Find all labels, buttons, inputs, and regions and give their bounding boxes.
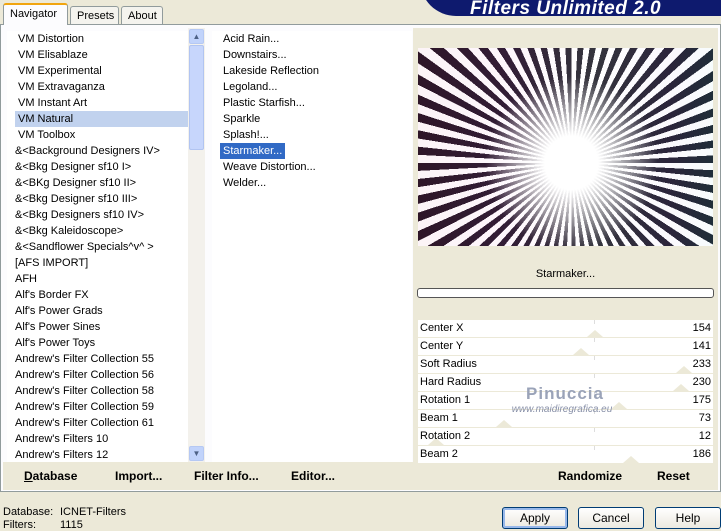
filter-item[interactable]: Splash!... — [220, 127, 272, 143]
category-item[interactable]: Andrew's Filters 10 — [12, 431, 188, 447]
category-item[interactable]: &<Background Designers IV> — [12, 143, 188, 159]
slider-tick — [594, 446, 595, 450]
param-label: Rotation 2 — [420, 430, 471, 442]
watermark-name: Pinuccia — [526, 384, 604, 403]
slider-thumb[interactable] — [587, 330, 604, 337]
param-slider-soft-radius[interactable]: Soft Radius 233 — [418, 356, 713, 374]
help-button[interactable]: Help — [655, 507, 721, 529]
category-item[interactable]: VM Instant Art — [15, 95, 188, 111]
apply-button[interactable]: Apply — [502, 507, 568, 529]
tab-presets[interactable]: Presets — [70, 6, 119, 25]
param-slider-rotation-2[interactable]: Rotation 2 12 — [418, 428, 713, 446]
category-item[interactable]: Alf's Border FX — [12, 287, 188, 303]
category-item[interactable]: VM Experimental — [15, 63, 188, 79]
filter-title: Starmaker... — [535, 268, 596, 280]
category-item[interactable]: Alf's Power Grads — [12, 303, 188, 319]
param-value: 12 — [698, 430, 711, 442]
category-item[interactable]: Andrew's Filter Collection 56 — [12, 367, 188, 383]
category-item[interactable]: VM Extravaganza — [15, 79, 188, 95]
category-item[interactable]: VM Natural — [15, 111, 188, 127]
param-slider-center-x[interactable]: Center X 154 — [418, 320, 713, 338]
slider-thumb[interactable] — [672, 384, 689, 391]
param-value: 233 — [692, 358, 711, 370]
scroll-up-icon[interactable]: ▲ — [189, 29, 204, 44]
param-label: Center Y — [420, 340, 464, 352]
scroll-down-icon[interactable]: ▼ — [189, 446, 204, 461]
param-slider-beam-2[interactable]: Beam 2 186 — [418, 446, 713, 464]
filter-item[interactable]: Starmaker... — [220, 143, 286, 159]
scroll-thumb[interactable] — [189, 45, 204, 150]
tab-navigator[interactable]: Navigator — [3, 3, 68, 25]
category-item[interactable]: &<Bkg Designers sf10 IV> — [12, 207, 188, 223]
category-item[interactable]: Andrew's Filter Collection 58 — [12, 383, 188, 399]
category-item[interactable]: &<Bkg Designer sf10 I> — [12, 159, 188, 175]
category-item[interactable]: AFH — [12, 271, 188, 287]
tab-about[interactable]: About — [121, 6, 163, 25]
slider-tick — [594, 428, 595, 432]
database-label: Database: — [3, 506, 54, 518]
filter-item[interactable]: Downstairs... — [220, 47, 290, 63]
category-item[interactable]: &<BKg Designer sf10 II> — [12, 175, 188, 191]
category-scrollbar[interactable]: ▲ ▼ — [188, 28, 205, 462]
category-list[interactable]: VM Distortion VM Elisablaze VM Experimenta… — [7, 31, 188, 462]
category-item[interactable]: &<Bkg Kaleidoscope> — [12, 223, 188, 239]
filter-item[interactable]: Lakeside Reflection — [220, 63, 322, 79]
category-item[interactable]: &<Sandflower Specials^v^ > — [12, 239, 188, 255]
progress-bar — [417, 288, 714, 298]
app-banner: Filters Unlimited 2.0 — [420, 0, 721, 19]
param-value: 141 — [692, 340, 711, 352]
randomize-button[interactable]: Randomize — [558, 469, 622, 483]
import-button[interactable]: Import... — [115, 469, 162, 483]
filter-item[interactable]: Welder... — [220, 175, 269, 191]
param-label: Rotation 1 — [420, 394, 471, 406]
slider-tick — [594, 338, 595, 342]
filters-count-value: 1115 — [60, 519, 83, 531]
param-value: 230 — [692, 376, 711, 388]
param-label: Beam 2 — [420, 448, 458, 460]
param-value: 186 — [692, 448, 711, 460]
filter-preview-image — [418, 48, 713, 246]
param-value: 154 — [692, 322, 711, 334]
category-item[interactable]: Alf's Power Sines — [12, 319, 188, 335]
watermark-url: www.maidiregrafica.eu — [511, 404, 613, 415]
param-slider-center-y[interactable]: Center Y 141 — [418, 338, 713, 356]
category-item[interactable]: Andrew's Filter Collection 61 — [12, 415, 188, 431]
slider-thumb[interactable] — [676, 366, 693, 373]
category-item[interactable]: &<Bkg Designer sf10 III> — [12, 191, 188, 207]
filter-item[interactable]: Plastic Starfish... — [220, 95, 308, 111]
reset-button[interactable]: Reset — [657, 469, 690, 483]
param-value: 175 — [692, 394, 711, 406]
slider-thumb[interactable] — [623, 456, 640, 463]
slider-thumb[interactable] — [496, 420, 513, 427]
category-item[interactable]: Alf's Power Toys — [12, 335, 188, 351]
category-item[interactable]: Andrew's Filter Collection 59 — [12, 399, 188, 415]
category-item[interactable]: Andrew's Filters 12 — [12, 447, 188, 462]
slider-tick — [594, 320, 595, 324]
slider-tick — [594, 374, 595, 378]
category-item[interactable]: VM Distortion — [15, 31, 188, 47]
param-value: 73 — [698, 412, 711, 424]
database-button[interactable]: Database — [24, 469, 77, 483]
filter-item[interactable]: Sparkle — [220, 111, 263, 127]
filters-count-label: Filters: — [3, 519, 36, 531]
category-item[interactable]: Andrew's Filter Collection 55 — [12, 351, 188, 367]
slider-thumb[interactable] — [572, 348, 589, 355]
category-item[interactable]: VM Elisablaze — [15, 47, 188, 63]
filter-item[interactable]: Acid Rain... — [220, 31, 282, 47]
category-item[interactable]: [AFS IMPORT] — [12, 255, 188, 271]
editor-button[interactable]: Editor... — [291, 469, 335, 483]
filter-item[interactable]: Legoland... — [220, 79, 280, 95]
param-label: Soft Radius — [420, 358, 477, 370]
category-item[interactable]: VM Toolbox — [15, 127, 188, 143]
param-label: Hard Radius — [420, 376, 482, 388]
cancel-button[interactable]: Cancel — [578, 507, 644, 529]
param-label: Center X — [420, 322, 464, 334]
slider-tick — [594, 356, 595, 360]
filter-list[interactable]: Acid Rain... Downstairs... Lakeside Reflec… — [212, 31, 412, 462]
param-label: Beam 1 — [420, 412, 458, 424]
filter-info-button[interactable]: Filter Info... — [194, 469, 259, 483]
database-value: ICNET-Filters — [60, 506, 126, 518]
filter-item[interactable]: Weave Distortion... — [220, 159, 319, 175]
